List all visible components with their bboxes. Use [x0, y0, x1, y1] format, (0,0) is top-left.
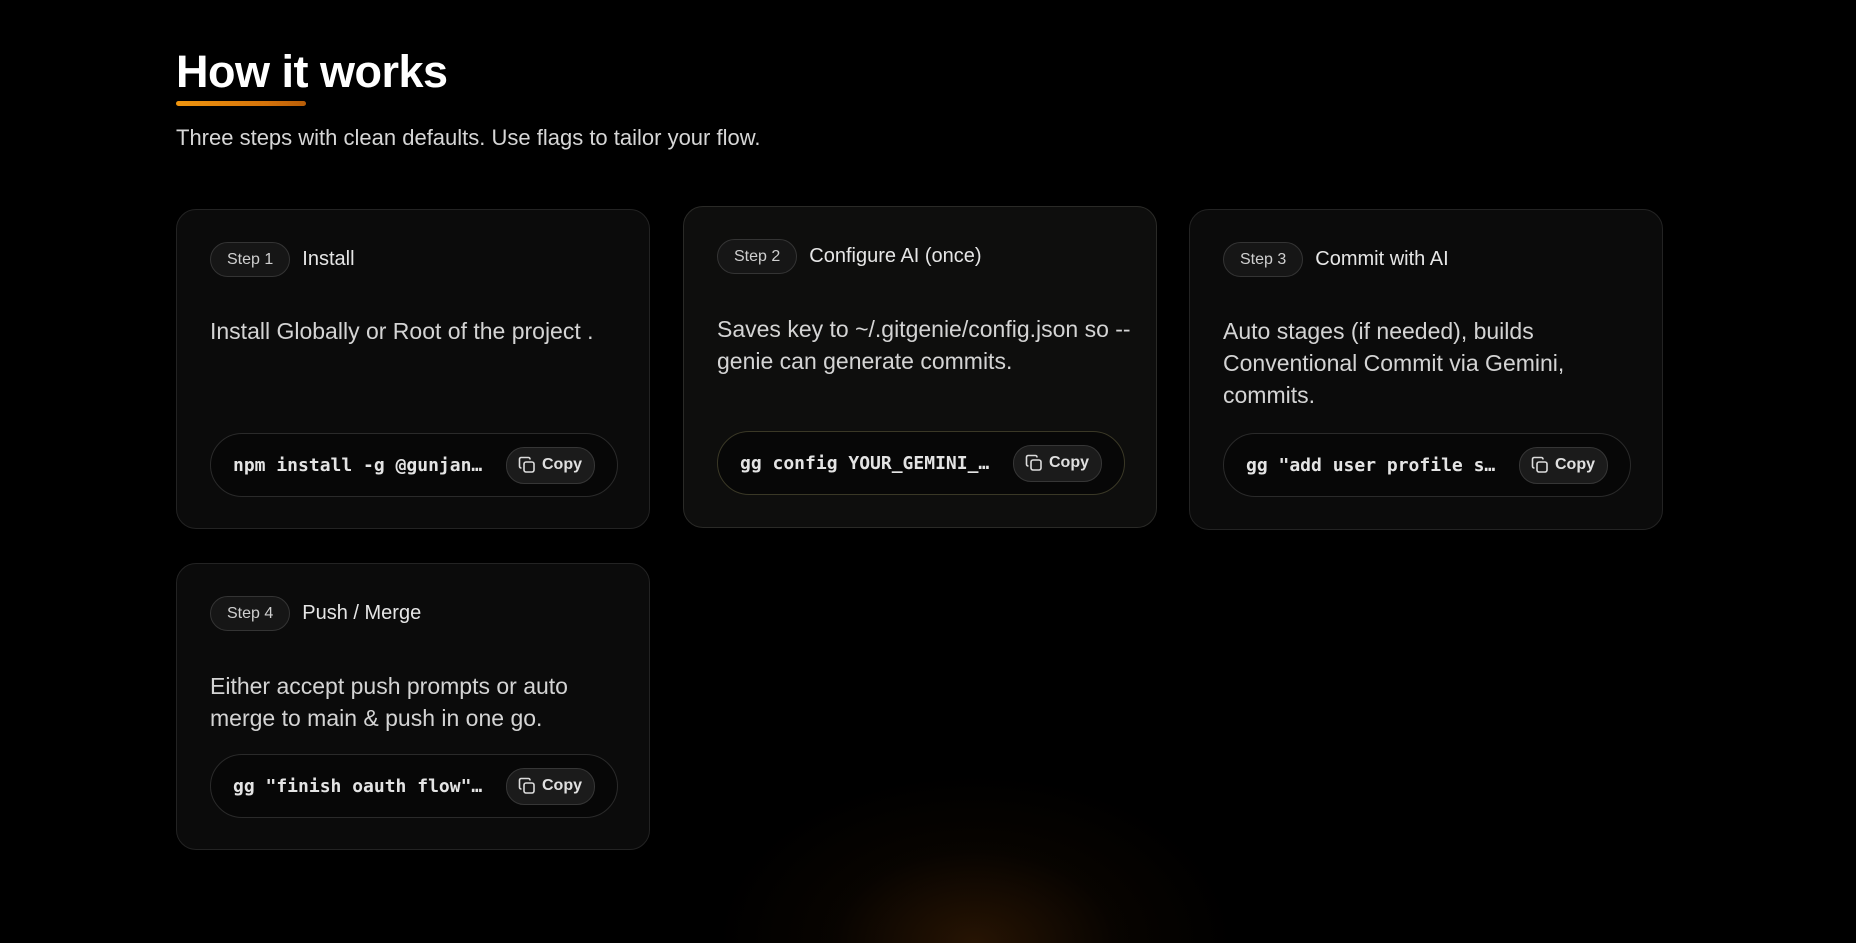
copy-icon: [1531, 456, 1549, 474]
step-card-configure: Step 2 Configure AI (once) Saves key to …: [683, 206, 1157, 528]
step-badge: Step 1: [210, 242, 291, 277]
copy-label: Copy: [542, 777, 582, 794]
step-description: Either accept push prompts or auto merge…: [210, 673, 568, 731]
copy-button[interactable]: Copy: [506, 446, 595, 484]
title-underline: [176, 101, 306, 106]
copy-button[interactable]: Copy: [1013, 444, 1102, 482]
copy-icon: [518, 456, 536, 474]
step-card-push-merge: Step 4 Push / Merge Either accept push p…: [176, 563, 650, 850]
command-text: npm install -g @gunjanghate/gitgenie: [233, 454, 486, 476]
copy-label: Copy: [1049, 454, 1089, 471]
command-box: gg config YOUR_GEMINI_API_KEY Copy: [717, 431, 1125, 495]
command-box: gg "add user profile section" --genie Co…: [1223, 433, 1631, 497]
step-card-install: Step 1 Install Install Globally or Root …: [176, 209, 650, 529]
step-badge: Step 3: [1223, 242, 1304, 277]
card-header: Step 1 Install: [210, 242, 355, 277]
section-title: How it works: [176, 46, 448, 97]
command-text: gg "finish oauth flow" --genie --merge: [233, 775, 486, 797]
step-title: Install: [302, 248, 355, 270]
copy-label: Copy: [542, 456, 582, 473]
copy-button[interactable]: Copy: [1519, 446, 1608, 484]
copy-button[interactable]: Copy: [506, 767, 595, 805]
step-title: Commit with AI: [1315, 248, 1449, 270]
step-card-commit: Step 3 Commit with AI Auto stages (if ne…: [1189, 209, 1663, 530]
step-description: Saves key to ~/.gitgenie/config.json so …: [717, 316, 1131, 374]
command-box: gg "finish oauth flow" --genie --merge C…: [210, 754, 618, 818]
copy-icon: [518, 777, 536, 795]
step-title: Configure AI (once): [809, 245, 982, 267]
how-it-works-page: How it works Three steps with clean defa…: [0, 0, 1856, 943]
copy-label: Copy: [1555, 456, 1595, 473]
command-box: npm install -g @gunjanghate/gitgenie Cop…: [210, 433, 618, 497]
step-description: Install Globally or Root of the project …: [210, 318, 594, 344]
copy-icon: [1025, 454, 1043, 472]
command-text: gg "add user profile section" --genie: [1246, 454, 1499, 476]
step-description: Auto stages (if needed), builds Conventi…: [1223, 318, 1565, 408]
card-header: Step 4 Push / Merge: [210, 596, 421, 631]
command-text: gg config YOUR_GEMINI_API_KEY: [740, 452, 993, 474]
step-badge: Step 2: [717, 239, 798, 274]
section-subtitle: Three steps with clean defaults. Use fla…: [176, 125, 761, 150]
step-title: Push / Merge: [302, 602, 422, 624]
card-header: Step 3 Commit with AI: [1223, 242, 1449, 277]
step-badge: Step 4: [210, 596, 291, 631]
card-header: Step 2 Configure AI (once): [717, 239, 982, 274]
